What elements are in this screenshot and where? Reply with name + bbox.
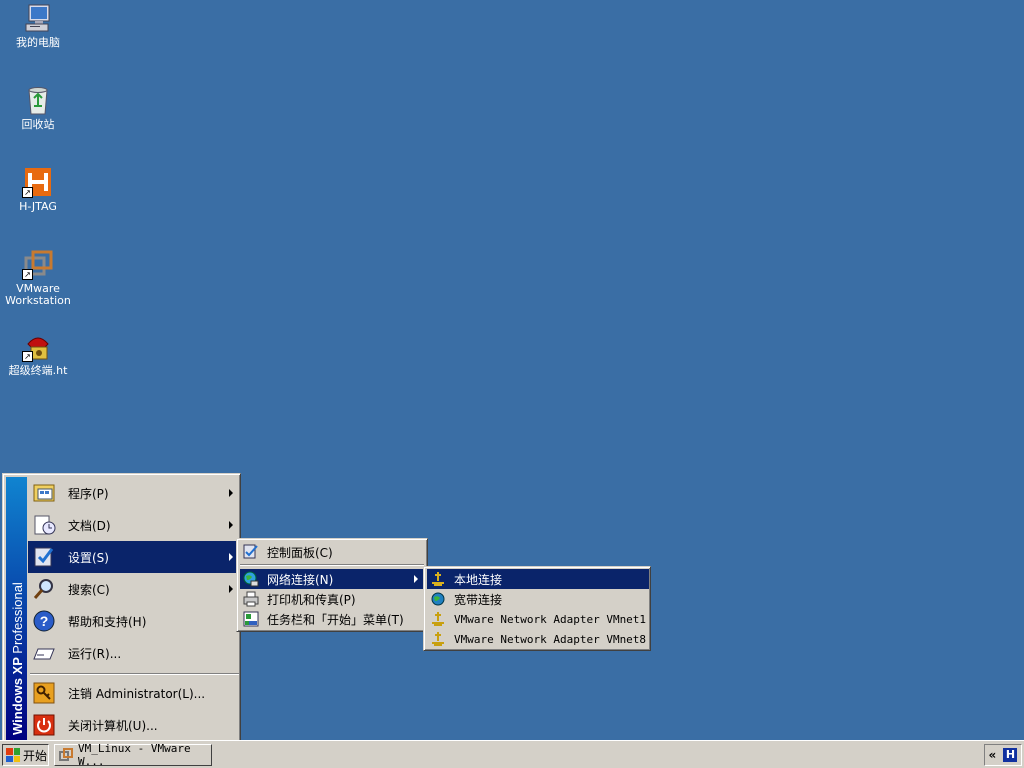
power-icon (32, 713, 58, 737)
network-globe-icon (243, 571, 259, 587)
system-tray: « H (984, 744, 1022, 766)
menu-label: 本地连接 (454, 572, 503, 587)
vmware-icon: ↗ (22, 248, 54, 280)
settings-item-network-connections[interactable]: 网络连接(N) (240, 569, 424, 589)
submenu-arrow-icon (229, 521, 233, 529)
lan-connection-icon (430, 631, 446, 647)
settings-submenu: 控制面板(C) 网络连接(N) 打印机和传真(P) 任务栏和「开始」菜单(T) (236, 538, 428, 632)
desktop-icon-label: VMware Workstation (5, 282, 71, 307)
help-icon: ? (32, 609, 58, 633)
banner-brand: Windows XP (10, 657, 25, 735)
shortcut-arrow-icon: ↗ (22, 269, 33, 280)
start-menu-item-shutdown[interactable]: 关闭计算机(U)... (28, 709, 239, 741)
submenu-arrow-icon (229, 489, 233, 497)
vmware-icon (59, 748, 73, 762)
menu-label: 关闭计算机(U)... (68, 718, 158, 733)
desktop-icon-label: H-JTAG (19, 200, 57, 213)
start-menu-item-logoff[interactable]: 注销 Administrator(L)... (28, 677, 239, 709)
taskbar: 开始 VM_Linux - VMware W... « H (0, 740, 1024, 768)
documents-icon (32, 513, 58, 537)
start-button-label: 开始 (23, 748, 48, 763)
submenu-arrow-icon (414, 575, 418, 583)
start-menu: Windows XP Professional 程序(P) 文档(D) 设置(S… (2, 473, 241, 743)
menu-label: 网络连接(N) (267, 572, 334, 587)
start-menu-item-settings[interactable]: 设置(S) (28, 541, 239, 573)
banner-edition: Professional (10, 582, 25, 654)
network-item-vmnet1[interactable]: VMware Network Adapter VMnet1 (427, 609, 649, 629)
start-menu-item-run[interactable]: 运行(R)... (28, 637, 239, 669)
desktop-icon-label: 我的电脑 (16, 36, 60, 49)
start-menu-banner: Windows XP Professional (6, 477, 27, 741)
network-item-vmnet8[interactable]: VMware Network Adapter VMnet8 (427, 629, 649, 649)
menu-label: 宽带连接 (454, 592, 503, 607)
menu-label: 文档(D) (68, 518, 111, 533)
menu-label: 任务栏和「开始」菜单(T) (267, 612, 404, 627)
menu-separator (240, 564, 424, 566)
settings-item-control-panel[interactable]: 控制面板(C) (240, 542, 424, 562)
menu-label: 控制面板(C) (267, 545, 333, 560)
network-connections-submenu: 本地连接 宽带连接 VMware Network Adapter VMnet1 … (423, 566, 651, 651)
menu-label: 设置(S) (68, 550, 109, 565)
svg-text:?: ? (40, 613, 49, 629)
logoff-key-icon (32, 681, 58, 705)
start-button[interactable]: 开始 (2, 744, 49, 766)
h-jtag-tray-icon[interactable]: H (1003, 748, 1018, 762)
menu-label: 注销 Administrator(L)... (68, 686, 206, 701)
broadband-globe-icon (430, 591, 446, 607)
my-computer-icon (22, 2, 54, 34)
shortcut-arrow-icon: ↗ (22, 351, 33, 362)
hyperterminal-icon: ↗ (22, 330, 54, 362)
menu-label: 搜索(C) (68, 582, 110, 597)
menu-label: VMware Network Adapter VMnet8 (454, 632, 647, 646)
run-icon (32, 641, 58, 665)
h-jtag-icon: ↗ (22, 166, 54, 198)
settings-item-taskbar[interactable]: 任务栏和「开始」菜单(T) (240, 609, 424, 629)
programs-icon (32, 481, 58, 505)
search-icon (32, 577, 58, 601)
menu-label: 帮助和支持(H) (68, 614, 147, 629)
menu-label: 打印机和传真(P) (267, 592, 356, 607)
network-item-broadband[interactable]: 宽带连接 (427, 589, 649, 609)
submenu-arrow-icon (229, 585, 233, 593)
shortcut-arrow-icon: ↗ (22, 187, 33, 198)
windows-logo-icon (6, 748, 20, 762)
start-menu-item-help[interactable]: ? 帮助和支持(H) (28, 605, 239, 637)
desktop-icon-hyperterminal[interactable]: ↗ 超级终端.ht (2, 330, 74, 377)
control-panel-icon (243, 544, 259, 560)
start-menu-item-search[interactable]: 搜索(C) (28, 573, 239, 605)
menu-label: 运行(R)... (68, 646, 122, 661)
tray-expand-chevron-icon[interactable]: « (989, 748, 997, 762)
settings-icon (32, 545, 58, 569)
settings-item-printers[interactable]: 打印机和传真(P) (240, 589, 424, 609)
start-menu-item-documents[interactable]: 文档(D) (28, 509, 239, 541)
menu-label: VMware Network Adapter VMnet1 (454, 612, 647, 626)
desktop-icon-vmware[interactable]: ↗ VMware Workstation (2, 248, 74, 307)
network-item-local-connection[interactable]: 本地连接 (427, 569, 649, 589)
lan-connection-icon (430, 611, 446, 627)
submenu-arrow-icon (229, 553, 233, 561)
menu-label: 程序(P) (68, 486, 109, 501)
start-menu-item-programs[interactable]: 程序(P) (28, 477, 239, 509)
desktop-icon-label: 超级终端.ht (8, 364, 68, 377)
printer-icon (243, 591, 259, 607)
desktop-icon-my-computer[interactable]: 我的电脑 (2, 2, 74, 49)
menu-separator (30, 673, 239, 675)
lan-connection-icon (430, 571, 446, 587)
taskbar-settings-icon (243, 611, 259, 627)
recycle-bin-icon (22, 84, 54, 116)
taskbar-button-label: VM_Linux - VMware W... (78, 742, 191, 768)
desktop-icon-recycle-bin[interactable]: 回收站 (2, 84, 74, 131)
desktop-icon-label: 回收站 (21, 118, 55, 131)
taskbar-button-vmware[interactable]: VM_Linux - VMware W... (54, 742, 212, 768)
desktop-icon-h-jtag[interactable]: ↗ H-JTAG (2, 166, 74, 213)
